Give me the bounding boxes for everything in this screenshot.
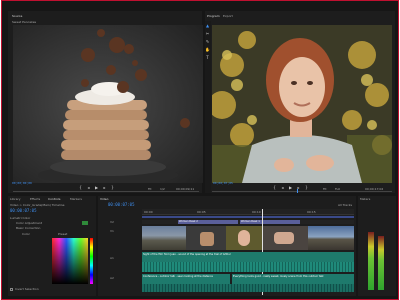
effect-timecode[interactable]: 00:00:07:05: [10, 208, 37, 213]
a1-audio-clip[interactable]: Sight of the film from Juan - sound of t…: [142, 252, 354, 262]
a2-waveform: [142, 284, 354, 292]
tab-program[interactable]: Program: [207, 14, 220, 18]
tool-strip: ▲ ✂ ✎ ✋ T: [205, 21, 211, 193]
source-clip-name: Sweet Pancakes: [12, 20, 37, 24]
woman-with-flowers-image: [212, 25, 392, 183]
program-step-forward-icon[interactable]: ▸: [296, 185, 301, 190]
ruler-mark: 00:05: [197, 210, 206, 214]
field-color-label: Color: [22, 232, 30, 236]
tab-markers[interactable]: Markers: [70, 197, 82, 201]
section-color-adjustment[interactable]: Color Adjustment: [16, 221, 42, 225]
timeline-timecode[interactable]: 00:00:07:05: [108, 202, 135, 207]
pen-tool-icon[interactable]: ✎: [205, 39, 210, 44]
source-scrub-bar[interactable]: [13, 191, 199, 192]
invert-selection-label: Invert Selection: [15, 287, 39, 291]
source-transport-controls: { ◂ ▶ ▸ }: [78, 185, 128, 191]
tab-export[interactable]: Export: [223, 14, 233, 18]
audio-meters-panel: Meters: [358, 196, 396, 296]
source-monitor-panel: Source Sweet Pancakes 00;00;00;00 Fit 1/…: [8, 11, 203, 193]
program-timecode[interactable]: 00;00;07;05: [213, 181, 233, 186]
meters-title: Meters: [360, 197, 371, 201]
source-video-frame: [13, 25, 203, 183]
v1-clip-landscape[interactable]: [308, 226, 354, 250]
tab-effects[interactable]: Effects: [30, 197, 40, 201]
ruler-mark: 00:10: [252, 210, 261, 214]
field-preset-label: Preset: [58, 232, 68, 236]
clip-label: Woman Desk 2: [179, 220, 198, 223]
audio-caption: Everything looks good - really sweet, lo…: [233, 275, 324, 278]
hue-slider[interactable]: [90, 238, 93, 284]
track-a2-label[interactable]: A2: [110, 276, 114, 280]
ruler-mark: 00:00: [144, 210, 153, 214]
program-monitor-panel: Program Export ▲ ✂ ✎ ✋ T 00;00;07;05 Fit…: [205, 11, 395, 193]
tab-library[interactable]: Library: [10, 197, 21, 201]
mark-in-icon[interactable]: {: [78, 185, 83, 190]
fx-toggle-button[interactable]: [82, 221, 88, 225]
app-window: Source Sweet Pancakes 00;00;00;00 Fit 1/…: [1, 0, 399, 300]
timeline-ruler[interactable]: 00:00 00:05 00:10 00:15: [142, 209, 354, 215]
effect-breadcrumb: Video > Color_Grade(Main) Timeline: [10, 203, 65, 207]
tab-controls[interactable]: Controls: [48, 197, 60, 201]
section-lumetri[interactable]: Lumetri Color: [10, 216, 30, 220]
a1-waveform: [142, 262, 354, 272]
v1-clip-pancakes[interactable]: [186, 226, 226, 250]
hand-tool-icon[interactable]: ✋: [205, 47, 210, 52]
mark-out-icon[interactable]: }: [110, 185, 115, 190]
razor-tool-icon[interactable]: ✂: [205, 31, 210, 36]
all-tracks-label[interactable]: All Tracks: [338, 203, 352, 207]
program-play-icon[interactable]: ▶: [288, 185, 293, 190]
effect-controls-panel: Library Effects Controls Markers Video >…: [8, 196, 96, 296]
invert-selection-checkbox[interactable]: [10, 288, 13, 291]
v1-clip-road[interactable]: [142, 226, 186, 250]
audio-caption: Conference - outdoor talk - seen looking…: [143, 275, 213, 278]
audio-caption: Sight of the film from Juan - sound of t…: [143, 253, 231, 256]
tab-timeline[interactable]: Video: [100, 197, 108, 201]
source-timecode[interactable]: 00;00;00;00: [12, 181, 32, 186]
v2-clip[interactable]: Woman Desk 2: [178, 220, 238, 224]
program-mark-out-icon[interactable]: }: [304, 185, 309, 190]
v2-clip[interactable]: Woman Desk 1: [240, 220, 300, 224]
a2-audio-clip[interactable]: Conference - outdoor talk - seen looking…: [142, 274, 230, 284]
v1-clip-woman[interactable]: [226, 226, 262, 250]
play-icon[interactable]: ▶: [94, 185, 99, 190]
step-back-icon[interactable]: ◂: [86, 185, 91, 190]
track-a1-label[interactable]: A1: [110, 256, 114, 260]
audio-meter-right: [378, 236, 384, 290]
v1-clip-hands[interactable]: [262, 226, 308, 250]
a2-audio-clip[interactable]: Everything looks good - really sweet, lo…: [232, 274, 354, 284]
work-area-bar[interactable]: [142, 216, 354, 218]
ruler-mark: 00:15: [307, 210, 316, 214]
program-step-back-icon[interactable]: ◂: [280, 185, 285, 190]
text-tool-icon[interactable]: T: [205, 55, 210, 60]
audio-meter-left: [368, 232, 374, 290]
section-basic-correction[interactable]: Basic Correction: [16, 226, 40, 230]
timeline-panel: Video 00:00:07:05 All Tracks 00:00 00:05…: [98, 196, 356, 296]
step-forward-icon[interactable]: ▸: [102, 185, 107, 190]
track-v2-label[interactable]: V2: [110, 220, 114, 224]
pancake-stack-image: [13, 25, 203, 183]
selection-tool-icon[interactable]: ▲: [205, 23, 210, 28]
program-mark-in-icon[interactable]: {: [272, 185, 277, 190]
program-scrub-bar[interactable]: [212, 191, 392, 192]
tab-source[interactable]: Source: [12, 14, 22, 18]
track-v1-label[interactable]: V1: [110, 229, 114, 233]
program-video-frame: [212, 25, 392, 183]
clip-label: Woman Desk 1: [241, 220, 260, 223]
color-picker[interactable]: [52, 238, 88, 284]
program-transport-controls: { ◂ ▶ ▸ }: [272, 185, 322, 191]
